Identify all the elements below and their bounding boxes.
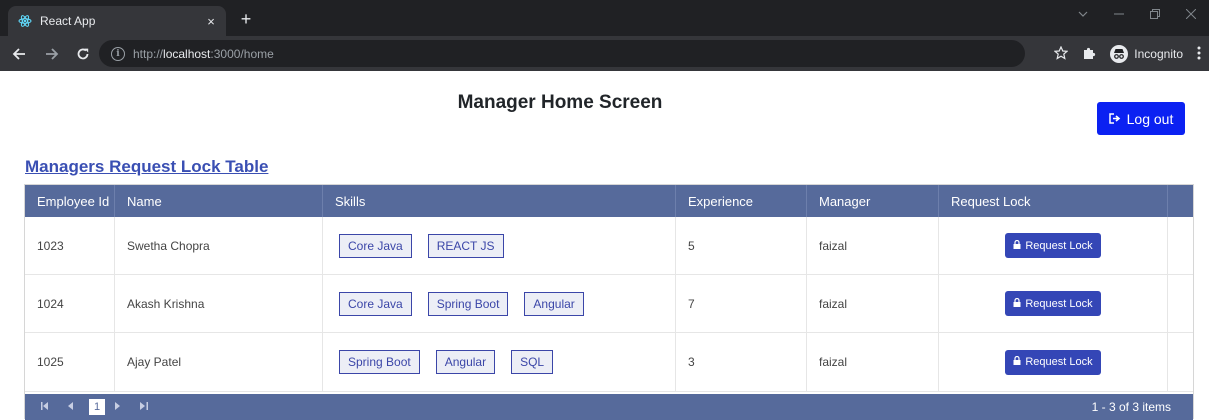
request-lock-cell: Request Lock xyxy=(939,275,1168,332)
kebab-menu-icon[interactable] xyxy=(1197,46,1201,63)
reload-icon[interactable] xyxy=(72,43,94,65)
next-page-icon[interactable] xyxy=(115,402,121,412)
column-header-employee-id[interactable]: Employee Id xyxy=(25,185,115,217)
column-header-name[interactable]: Name xyxy=(115,185,323,217)
skill-chip[interactable]: Angular xyxy=(524,291,584,316)
experience-cell: 5 xyxy=(676,217,807,274)
first-page-icon[interactable] xyxy=(41,402,49,412)
skill-chip[interactable]: REACT JS xyxy=(427,233,504,258)
manager-cell: faizal xyxy=(807,275,939,332)
column-header-request-lock[interactable]: Request Lock xyxy=(939,185,1168,217)
name-cell: Ajay Patel xyxy=(115,333,323,391)
tab-search-icon[interactable] xyxy=(1065,0,1101,28)
react-icon xyxy=(18,14,32,28)
incognito-icon xyxy=(1110,45,1129,63)
arrow-right-icon[interactable] xyxy=(41,43,63,65)
table-row: 1024 Akash Krishna Core Java Spring Boot… xyxy=(25,275,1193,333)
skill-chip[interactable]: Spring Boot xyxy=(339,350,420,374)
browser-toolbar: i http://localhost:3000/home Incognito xyxy=(0,36,1209,71)
tab-title: React App xyxy=(40,14,96,28)
browser-tab-strip: React App × + xyxy=(0,0,1209,36)
manager-cell: faizal xyxy=(807,217,939,274)
address-bar[interactable]: i http://localhost:3000/home xyxy=(99,40,1025,67)
skills-cell: Core Java Spring Boot Angular xyxy=(323,275,676,332)
toolbar-actions: Incognito xyxy=(1040,43,1201,65)
employee-id-cell: 1025 xyxy=(25,333,115,391)
grid-pager: 1 1 - 3 of 3 items xyxy=(25,394,1193,420)
experience-cell: 3 xyxy=(676,333,807,391)
skill-chip[interactable]: Core Java xyxy=(339,233,412,258)
minimize-icon[interactable] xyxy=(1101,0,1137,28)
column-header-skills[interactable]: Skills xyxy=(323,185,676,217)
current-page-number[interactable]: 1 xyxy=(89,399,105,415)
grid-header: Employee Id Name Skills Experience Manag… xyxy=(25,185,1193,217)
row-spacer xyxy=(1168,333,1193,391)
request-lock-grid: Employee Id Name Skills Experience Manag… xyxy=(24,184,1194,420)
skill-chip[interactable]: Spring Boot xyxy=(427,291,509,316)
skill-chip[interactable]: Angular xyxy=(435,350,496,374)
arrow-left-icon[interactable] xyxy=(8,43,30,65)
url-text: http://localhost:3000/home xyxy=(133,46,274,61)
page-title: Manager Home Screen xyxy=(457,92,663,113)
column-header-manager[interactable]: Manager xyxy=(807,185,939,217)
employee-id-cell: 1024 xyxy=(25,275,115,332)
grid-body: 1023 Swetha Chopra Core Java REACT JS 5 … xyxy=(25,217,1193,392)
window-controls xyxy=(1065,0,1209,36)
row-spacer xyxy=(1168,217,1193,274)
incognito-indicator[interactable]: Incognito xyxy=(1110,45,1183,63)
lock-icon xyxy=(1013,355,1021,368)
incognito-label: Incognito xyxy=(1134,47,1183,61)
new-tab-button[interactable]: + xyxy=(235,9,257,30)
info-icon[interactable]: i xyxy=(111,46,125,61)
request-lock-button[interactable]: Request Lock xyxy=(1005,233,1101,258)
previous-page-icon[interactable] xyxy=(67,402,73,412)
logout-button[interactable]: Log out xyxy=(1097,102,1185,135)
request-lock-cell: Request Lock xyxy=(939,333,1168,391)
request-lock-button[interactable]: Request Lock xyxy=(1005,291,1101,316)
tab-close-icon[interactable]: × xyxy=(200,14,222,29)
experience-cell: 7 xyxy=(676,275,807,332)
star-icon[interactable] xyxy=(1053,45,1069,63)
request-lock-label: Request Lock xyxy=(1025,297,1093,310)
logout-label: Log out xyxy=(1126,110,1174,127)
request-lock-label: Request Lock xyxy=(1025,239,1093,252)
lock-icon xyxy=(1013,297,1021,310)
manager-cell: faizal xyxy=(807,333,939,391)
request-lock-button[interactable]: Request Lock xyxy=(1005,349,1101,375)
request-lock-cell: Request Lock xyxy=(939,217,1168,274)
skills-cell: Spring Boot Angular SQL xyxy=(323,333,676,391)
row-spacer xyxy=(1168,275,1193,332)
last-page-icon[interactable] xyxy=(140,402,148,412)
puzzle-icon[interactable] xyxy=(1082,46,1096,63)
close-window-icon[interactable] xyxy=(1173,0,1209,28)
sign-out-icon xyxy=(1108,111,1121,127)
request-lock-label: Request Lock xyxy=(1025,356,1093,368)
browser-tab[interactable]: React App × xyxy=(8,6,226,36)
lock-icon xyxy=(1013,239,1021,252)
pager-info: 1 - 3 of 3 items xyxy=(1091,400,1171,414)
section-title-link[interactable]: Managers Request Lock Table xyxy=(25,157,268,177)
skills-cell: Core Java REACT JS xyxy=(323,217,676,274)
header-scroll-spacer xyxy=(1168,185,1193,217)
name-cell: Swetha Chopra xyxy=(115,217,323,274)
skill-chip[interactable]: SQL xyxy=(511,350,554,374)
table-row: 1023 Swetha Chopra Core Java REACT JS 5 … xyxy=(25,217,1193,275)
table-row: 1025 Ajay Patel Spring Boot Angular SQL … xyxy=(25,333,1193,392)
restore-icon[interactable] xyxy=(1137,0,1173,28)
name-cell: Akash Krishna xyxy=(115,275,323,332)
employee-id-cell: 1023 xyxy=(25,217,115,274)
skill-chip[interactable]: Core Java xyxy=(339,291,412,316)
column-header-experience[interactable]: Experience xyxy=(676,185,807,217)
